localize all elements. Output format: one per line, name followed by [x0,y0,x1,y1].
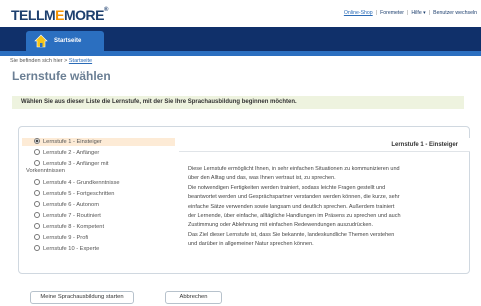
link-online-shop[interactable]: Online-Shop [344,10,373,16]
level-option-6[interactable]: Lernstufe 6 - Autonom [22,201,175,209]
level-option-2[interactable]: Lernstufe 2 - Anfänger [22,149,175,157]
radio-button[interactable] [34,138,40,144]
logo-text-1: TELLM [11,7,56,23]
radio-button[interactable] [34,223,40,229]
tab-home-label: Startseite [54,38,82,44]
level-option-10[interactable]: Lernstufe 10 - Experte [22,245,175,253]
level-option-1[interactable]: Lernstufe 1 - Einsteiger [22,138,175,146]
sub-nav-bar [0,51,481,56]
level-option-7[interactable]: Lernstufe 7 - Routiniert [22,212,175,220]
page-title: Lernstufe wählen [12,69,111,83]
top-links: Online-Shop | Foremeter | Hilfe ▾ | Benutzer w… [344,10,477,16]
house-icon [34,34,48,48]
level-label: Lernstufe 7 - Routiniert [43,213,101,219]
link-switch-user[interactable]: Benutzer wechseln [433,10,477,16]
level-description: Diese Lernstufe ermöglicht Ihnen, in seh… [188,165,463,250]
breadcrumb: Sie befinden sich hier > Startseite [10,58,92,64]
radio-button[interactable] [34,212,40,218]
level-label: Lernstufe 1 - Einsteiger [43,139,102,145]
description-line: Das Ziel dieser Lernstufe ist, dass Sie … [188,231,395,238]
tellmemore-logo[interactable]: TELLMEMORE® [11,7,108,23]
level-option-5[interactable]: Lernstufe 5 - Fortgeschritten [22,190,175,198]
start-training-button[interactable]: Meine Sprachausbildung starten [30,291,134,304]
level-option-3-continued: Vorkenntnissen [22,168,175,175]
level-label: Lernstufe 3 - Anfänger mit [43,161,109,167]
description-line: und darüber in allgemeiner Natur spreche… [188,241,314,248]
radio-button[interactable] [34,149,40,155]
logo-trademark: ® [104,7,108,13]
breadcrumb-prefix: Sie befinden sich hier > [10,58,68,64]
radio-button[interactable] [34,234,40,240]
level-option-9[interactable]: Lernstufe 9 - Profi [22,234,175,242]
level-detail-header: Lernstufe 1 - Einsteiger [179,138,470,152]
instruction-text: Wählen Sie aus dieser Liste die Lernstuf… [21,99,297,105]
level-label: Lernstufe 4 - Grundkenntnisse [43,180,120,186]
radio-button[interactable] [34,245,40,251]
description-line: der Lernende, über einfache, alltägliche… [188,213,401,220]
level-label: Vorkenntnissen [26,168,65,174]
level-label: Lernstufe 6 - Autonom [43,202,99,208]
radio-button[interactable] [34,160,40,166]
link-foremeter[interactable]: Foremeter [380,10,404,16]
breadcrumb-link-home[interactable]: Startseite [69,58,92,64]
level-label: Lernstufe 5 - Fortgeschritten [43,191,115,197]
radio-button[interactable] [34,201,40,207]
radio-button[interactable] [34,190,40,196]
level-label: Lernstufe 9 - Profi [43,235,89,241]
logo-text-2: MORE [64,7,105,23]
description-line: beantwortet werden und Gesprächspartner … [188,194,400,201]
level-label: Lernstufe 10 - Experte [43,246,100,252]
level-detail-title: Lernstufe 1 - Einsteiger [391,142,458,148]
description-line: Die notwendigen Fertigkeiten werden trai… [188,184,386,191]
instruction-banner: Wählen Sie aus dieser Liste die Lernstuf… [12,96,464,109]
logo-text-o: E [55,7,64,23]
description-line: Zustimmung oder Ablehnung mit einfachen … [188,222,373,229]
description-line: über den Alltag und das, was Ihnen vertr… [188,175,336,182]
description-line: Diese Lernstufe ermöglicht Ihnen, in seh… [188,166,400,172]
cancel-button[interactable]: Abbrechen [165,291,222,304]
level-option-3[interactable]: Lernstufe 3 - Anfänger mit [22,160,175,168]
top-bar: TELLMEMORE® Online-Shop | Foremeter | Hilfe … [0,0,481,24]
divider: | [428,10,431,16]
description-line: einfache Sätze verwenden sowie langsam u… [188,203,395,210]
radio-button[interactable] [34,179,40,185]
divider: | [407,10,409,16]
level-option-8[interactable]: Lernstufe 8 - Kompetent [22,223,175,231]
link-help[interactable]: Hilfe ▾ [411,10,425,16]
level-option-4[interactable]: Lernstufe 4 - Grundkenntnisse [22,179,175,187]
divider: | [375,10,378,16]
tab-home[interactable]: Startseite [26,31,104,51]
level-label: Lernstufe 8 - Kompetent [43,224,105,230]
level-label: Lernstufe 2 - Anfänger [43,150,100,156]
